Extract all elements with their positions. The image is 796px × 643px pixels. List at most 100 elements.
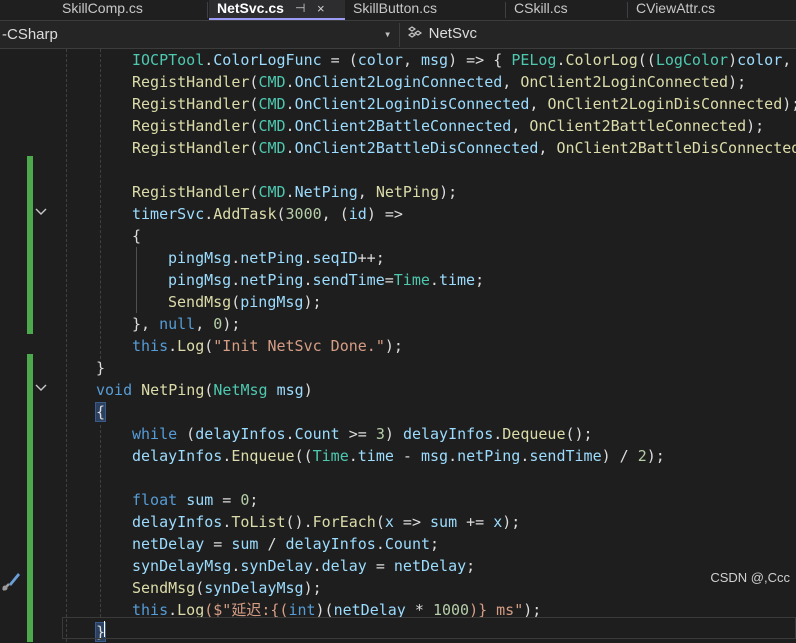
paintbrush-icon[interactable]: [0, 570, 22, 592]
code-token: netDelay: [132, 535, 205, 553]
code-token: 2: [637, 447, 647, 465]
code-line[interactable]: SendMsg(synDelayMsg);: [62, 577, 322, 599]
member-dropdown[interactable]: NetSvc: [407, 25, 477, 42]
code-token: ();: [565, 425, 593, 443]
code-token: },: [132, 315, 160, 333]
code-token: RegistHandler: [132, 117, 250, 135]
code-token: AddTask: [213, 205, 277, 223]
code-line[interactable]: delayInfos.ToList().ForEach(x => sum += …: [62, 511, 520, 533]
tab-label: SkillButton.cs: [353, 0, 438, 16]
code-line[interactable]: while (delayInfos.Count >= 3) delayInfos…: [62, 423, 593, 445]
code-token: ) => {: [448, 51, 512, 69]
current-line-highlight: [62, 617, 796, 639]
code-token: );: [384, 337, 403, 355]
code-token: netPing: [240, 271, 304, 289]
code-token: ToList: [231, 513, 286, 531]
code-token: IOCPTool: [132, 51, 205, 69]
code-token: =>: [393, 513, 431, 531]
code-token: synDelay: [240, 557, 313, 575]
code-line[interactable]: netDelay = sum / delayInfos.Count;: [62, 533, 439, 555]
code-token: );: [746, 117, 765, 135]
tab-skillcomp[interactable]: SkillComp.cs: [54, 0, 204, 20]
code-editor[interactable]: IOCPTool.ColorLogFunc = (color, msg) => …: [0, 49, 796, 642]
code-line[interactable]: this.Log("Init NetSvc Done.");: [62, 335, 403, 357]
code-token: sendTime: [312, 271, 385, 289]
code-token: .: [429, 271, 439, 289]
code-token: sum: [430, 513, 458, 531]
code-token: ColorLogFunc: [213, 51, 322, 69]
code-line[interactable]: {: [62, 401, 107, 423]
code-token: sum: [231, 535, 259, 553]
project-dropdown[interactable]: -CSharp: [2, 26, 58, 43]
code-token: ((: [294, 447, 313, 465]
tab-divider: [207, 2, 208, 18]
code-token: (: [195, 579, 205, 597]
code-token: netPing: [457, 447, 521, 465]
member-label: NetSvc: [428, 25, 477, 42]
change-bar: [27, 354, 33, 642]
code-line[interactable]: pingMsg.netPing.sendTime=Time.time;: [62, 269, 484, 291]
watermark: CSDN @,Ccc: [710, 570, 790, 585]
code-token: ) =>: [366, 205, 403, 223]
code-token: .: [222, 447, 232, 465]
code-line[interactable]: }: [62, 357, 105, 379]
code-line[interactable]: RegistHandler(CMD.OnClient2BattleConnect…: [62, 115, 764, 137]
code-token: Count: [294, 425, 340, 443]
pin-icon[interactable]: ⊣: [295, 0, 305, 17]
code-token: delayInfos: [195, 425, 286, 443]
code-token: >=: [339, 425, 376, 443]
code-token: );: [728, 73, 747, 91]
code-token: .: [285, 117, 295, 135]
code-token: .: [285, 425, 295, 443]
code-line[interactable]: pingMsg.netPing.seqID++;: [62, 247, 385, 269]
code-token: CMD: [258, 183, 286, 201]
code-token: id: [348, 205, 367, 223]
code-token: x: [493, 513, 503, 531]
code-token: ++;: [357, 249, 385, 267]
tab-cviewattr[interactable]: CViewAttr.cs: [628, 0, 796, 20]
code-line[interactable]: RegistHandler(CMD.OnClient2LoginConnecte…: [62, 71, 746, 93]
code-line[interactable]: SendMsg(pingMsg);: [62, 291, 322, 313]
code-line[interactable]: synDelayMsg.synDelay.delay = netDelay;: [62, 555, 475, 577]
code-token: msg: [276, 381, 304, 399]
code-token: synDelayMsg: [204, 579, 304, 597]
code-token: .: [231, 249, 241, 267]
code-token: ,: [502, 73, 521, 91]
tab-label: SkillComp.cs: [62, 0, 143, 16]
code-token: ;: [475, 271, 485, 289]
code-line[interactable]: RegistHandler(CMD.NetPing, NetPing);: [62, 181, 457, 203]
chevron-down-icon[interactable]: ▾: [384, 27, 391, 41]
code-token: delay: [321, 557, 367, 575]
code-line[interactable]: delayInfos.Enqueue((Time.time - msg.netP…: [62, 445, 665, 467]
tab-cskill[interactable]: CSkill.cs: [506, 0, 626, 20]
tab-netsvc[interactable]: NetSvc.cs ⊣ ×: [209, 0, 345, 20]
code-line[interactable]: void NetPing(NetMsg msg): [62, 379, 313, 401]
navigation-bar: -CSharp ▾ NetSvc: [0, 20, 796, 49]
code-token: .: [285, 73, 295, 91]
code-token: .: [448, 447, 458, 465]
code-token: timerSvc: [132, 205, 205, 223]
code-line[interactable]: float sum = 0;: [62, 489, 258, 511]
code-token: Time: [393, 271, 430, 289]
fold-chevron-icon[interactable]: [34, 381, 48, 395]
code-line[interactable]: }, null, 0);: [62, 313, 240, 335]
code-token: msg: [421, 447, 449, 465]
document-tab-bar: SkillComp.cs NetSvc.cs ⊣ × SkillButton.c…: [0, 0, 796, 20]
code-token: float: [132, 491, 178, 509]
code-token: .: [231, 271, 241, 289]
code-token: sendTime: [529, 447, 602, 465]
close-icon[interactable]: ×: [317, 0, 325, 17]
tab-skillbutton[interactable]: SkillButton.cs: [345, 0, 503, 20]
code-line[interactable]: RegistHandler(CMD.OnClient2LoginDisConne…: [62, 93, 796, 115]
code-token: NetMsg: [213, 381, 268, 399]
code-token: ,: [538, 139, 557, 157]
code-line[interactable]: IOCPTool.ColorLogFunc = (color, msg) => …: [62, 49, 796, 71]
code-token: .: [204, 205, 214, 223]
code-line[interactable]: RegistHandler(CMD.OnClient2BattleDisConn…: [62, 137, 796, 159]
code-line[interactable]: timerSvc.AddTask(3000, (id) =>: [62, 203, 403, 225]
code-line[interactable]: {: [62, 225, 141, 247]
fold-chevron-icon[interactable]: [34, 205, 48, 219]
code-token: CMD: [258, 139, 286, 157]
tab-label: CSkill.cs: [514, 0, 568, 16]
